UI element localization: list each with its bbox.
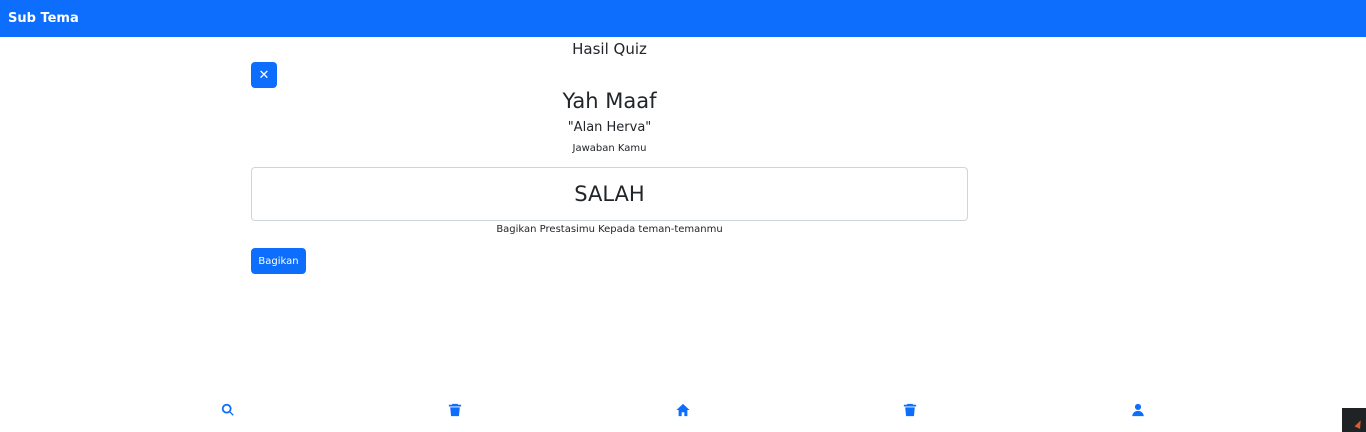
tray-icon <box>1354 419 1364 429</box>
top-navbar: Sub Tema <box>0 0 1366 37</box>
home-icon <box>676 403 690 417</box>
answer-label: Jawaban Kamu <box>572 143 647 154</box>
nav-trash-2[interactable] <box>895 395 925 425</box>
user-name: "Alan Herva" <box>567 120 652 135</box>
result-headline: Yah Maaf <box>562 89 657 113</box>
bottom-nav <box>0 395 1366 425</box>
trash-icon <box>903 403 917 417</box>
trash-icon <box>448 403 462 417</box>
nav-search[interactable] <box>213 395 243 425</box>
result-title: Hasil Quiz <box>572 40 647 58</box>
nav-trash-1[interactable] <box>440 395 470 425</box>
share-prompt: Bagikan Prestasimu Kepada teman-temanmu <box>496 224 723 235</box>
search-icon <box>221 403 234 416</box>
close-icon: ✕ <box>258 67 270 83</box>
system-tray-corner <box>1342 408 1366 432</box>
app-title[interactable]: Sub Tema <box>8 11 79 26</box>
user-icon <box>1132 403 1144 417</box>
close-button[interactable]: ✕ <box>251 62 277 88</box>
share-button[interactable]: Bagikan <box>251 248 306 274</box>
nav-profile[interactable] <box>1123 395 1153 425</box>
nav-home[interactable] <box>668 395 698 425</box>
answer-result-box: SALAH <box>251 167 968 221</box>
